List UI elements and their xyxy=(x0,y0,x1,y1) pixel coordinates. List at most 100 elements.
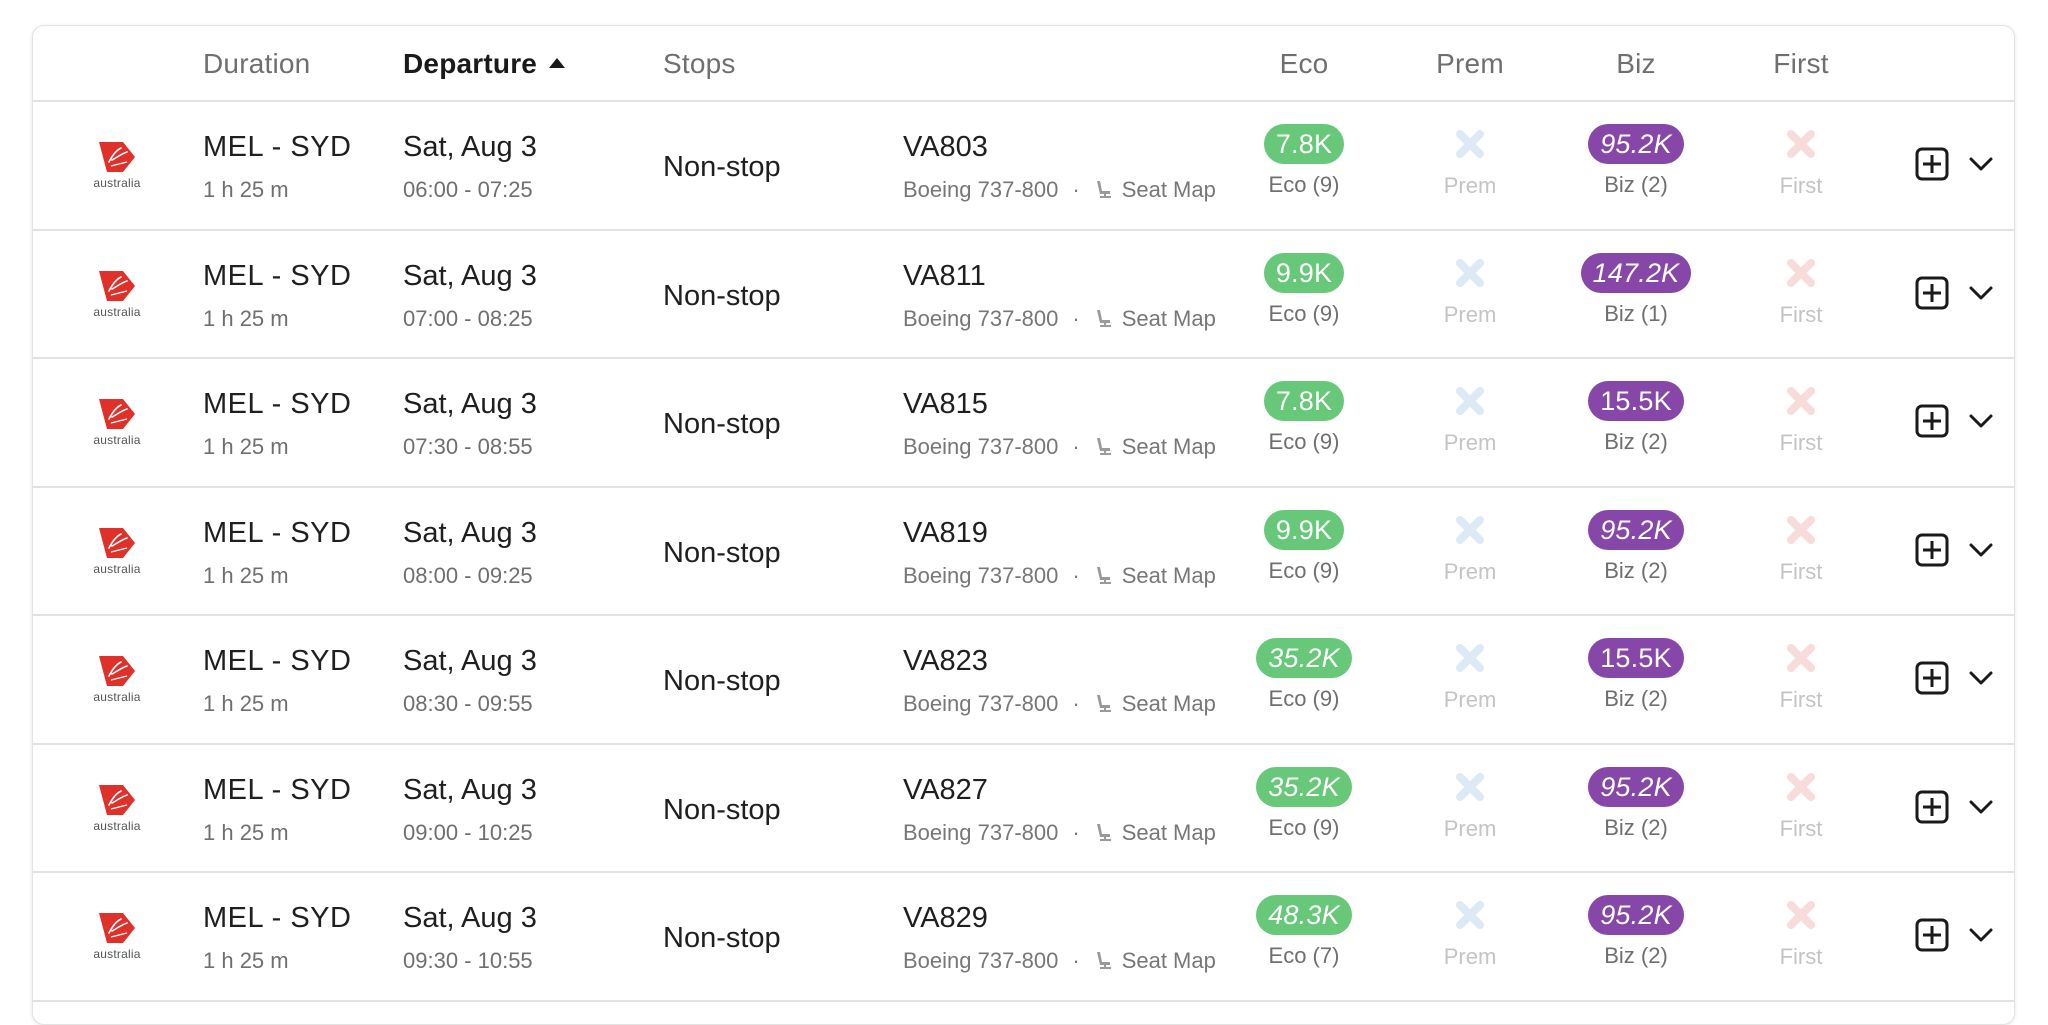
duration: 1 h 25 m xyxy=(203,305,289,331)
expand-chevron-down-icon[interactable] xyxy=(1967,666,1995,690)
fare-biz[interactable]: 95.2K Biz (2) xyxy=(1561,509,1711,584)
expand-chevron-down-icon[interactable] xyxy=(1967,152,1995,176)
seat-icon xyxy=(1096,309,1111,327)
first-label: First xyxy=(1779,687,1823,712)
fare-eco[interactable]: 35.2K Eco (9) xyxy=(1229,766,1379,841)
column-header-eco[interactable]: Eco xyxy=(1280,48,1329,80)
biz-price-badge[interactable]: 95.2K xyxy=(1588,124,1684,164)
biz-price-badge[interactable]: 95.2K xyxy=(1588,895,1684,935)
column-header-duration[interactable]: Duration xyxy=(203,48,310,80)
aircraft-info: Boeing 737-800 · Seat Map xyxy=(903,177,1216,203)
fare-eco[interactable]: 9.9K Eco (9) xyxy=(1229,509,1379,584)
aircraft-info: Boeing 737-800 · Seat Map xyxy=(903,948,1216,974)
departure-date: Sat, Aug 3 xyxy=(403,516,537,549)
fare-biz[interactable]: 15.5K Biz (2) xyxy=(1561,638,1711,712)
flight-number: VA803 xyxy=(903,131,988,163)
stops: Non-stop xyxy=(663,922,781,954)
fare-eco[interactable]: 9.9K Eco (9) xyxy=(1229,252,1379,327)
expand-chevron-down-icon[interactable] xyxy=(1967,409,1995,433)
departure-times: 07:00 - 08:25 xyxy=(403,305,533,331)
airline-wordmark: australia xyxy=(93,176,141,190)
add-plus-square-icon[interactable] xyxy=(1915,404,1949,438)
biz-price-badge[interactable]: 147.2K xyxy=(1580,252,1692,293)
virgin-australia-logo-icon xyxy=(99,527,135,558)
seat-icon xyxy=(1096,566,1111,584)
fare-prem: Prem xyxy=(1395,381,1545,456)
virgin-australia-logo-icon xyxy=(99,656,135,686)
flight-row[interactable]: australia MEL - SYD 1 h 25 m Sat, Aug 3 … xyxy=(33,359,2014,488)
flight-row[interactable]: australia MEL - SYD 1 h 25 m Sat, Aug 3 … xyxy=(33,745,2014,873)
column-header-departure[interactable]: Departure xyxy=(403,48,566,80)
seat-map-link[interactable]: Seat Map xyxy=(1094,306,1216,332)
fare-biz[interactable]: 147.2K Biz (1) xyxy=(1561,252,1711,327)
aircraft-info: Boeing 737-800 · Seat Map xyxy=(903,820,1216,846)
add-plus-square-icon[interactable] xyxy=(1915,276,1949,310)
column-header-prem[interactable]: Prem xyxy=(1436,48,1504,80)
flight-row[interactable]: australia MEL - SYD 1 h 25 m Sat, Aug 3 … xyxy=(33,488,2014,616)
add-plus-square-icon[interactable] xyxy=(1915,918,1949,952)
eco-price-badge[interactable]: 48.3K xyxy=(1256,895,1352,935)
add-plus-square-icon[interactable] xyxy=(1915,790,1949,824)
biz-price-badge[interactable]: 15.5K xyxy=(1588,638,1684,678)
seat-map-link[interactable]: Seat Map xyxy=(1094,820,1216,846)
biz-price-badge[interactable]: 95.2K xyxy=(1588,509,1684,550)
expand-chevron-down-icon[interactable] xyxy=(1967,795,1995,819)
flight-number: VA811 xyxy=(903,259,986,292)
fare-biz[interactable]: 95.2K Biz (2) xyxy=(1561,766,1711,841)
flight-row[interactable]: australia MEL - SYD 1 h 25 m Sat, Aug 3 … xyxy=(33,873,2014,1002)
aircraft-type: Boeing 737-800 xyxy=(903,948,1059,973)
fare-eco[interactable]: 48.3K Eco (7) xyxy=(1229,895,1379,969)
fare-eco[interactable]: 7.8K Eco (9) xyxy=(1229,124,1379,198)
first-label: First xyxy=(1779,430,1823,455)
fare-prem: Prem xyxy=(1395,767,1545,842)
eco-price-badge[interactable]: 7.8K xyxy=(1263,381,1345,421)
column-header-biz[interactable]: Biz xyxy=(1616,48,1656,80)
seat-map-link[interactable]: Seat Map xyxy=(1094,948,1216,974)
prem-label: Prem xyxy=(1443,430,1497,455)
aircraft-info: Boeing 737-800 · Seat Map xyxy=(903,691,1216,717)
expand-chevron-down-icon[interactable] xyxy=(1967,538,1995,562)
biz-price-badge[interactable]: 95.2K xyxy=(1588,766,1684,807)
seat-map-link[interactable]: Seat Map xyxy=(1094,434,1216,460)
eco-price-badge[interactable]: 9.9K xyxy=(1263,252,1345,293)
fare-eco[interactable]: 7.8K Eco (9) xyxy=(1229,381,1379,455)
column-header-first[interactable]: First xyxy=(1773,48,1828,80)
add-plus-square-icon[interactable] xyxy=(1915,147,1949,181)
eco-price-badge[interactable]: 7.8K xyxy=(1263,124,1345,164)
airline-wordmark: australia xyxy=(93,690,141,704)
eco-price-badge[interactable]: 35.2K xyxy=(1256,638,1352,678)
column-header-stops[interactable]: Stops xyxy=(663,48,736,80)
first-label: First xyxy=(1779,815,1823,841)
stops: Non-stop xyxy=(663,665,781,697)
departure-times: 06:00 - 07:25 xyxy=(403,177,533,202)
eco-price-badge[interactable]: 35.2K xyxy=(1256,766,1352,807)
add-plus-square-icon[interactable] xyxy=(1915,661,1949,695)
flight-row[interactable]: australia MEL - SYD 1 h 25 m Sat, Aug 3 … xyxy=(33,102,2014,231)
fare-biz[interactable]: 95.2K Biz (2) xyxy=(1561,124,1711,198)
eco-seats-label: Eco (9) xyxy=(1268,429,1340,454)
flight-row[interactable]: australia MEL - SYD 1 h 25 m Sat, Aug 3 … xyxy=(33,616,2014,745)
stops: Non-stop xyxy=(663,279,781,312)
expand-chevron-down-icon[interactable] xyxy=(1967,281,1995,305)
seat-map-label: Seat Map xyxy=(1121,691,1216,716)
flight-number: VA823 xyxy=(903,645,988,677)
biz-price-badge[interactable]: 15.5K xyxy=(1588,381,1684,421)
duration: 1 h 25 m xyxy=(203,562,289,588)
seat-icon xyxy=(1096,181,1111,198)
first-unavailable-x-icon xyxy=(1787,130,1815,158)
add-plus-square-icon[interactable] xyxy=(1915,533,1949,567)
fare-prem: Prem xyxy=(1395,638,1545,713)
seat-map-link[interactable]: Seat Map xyxy=(1094,563,1216,589)
seat-map-link[interactable]: Seat Map xyxy=(1094,177,1216,203)
duration: 1 h 25 m xyxy=(203,434,289,459)
fare-biz[interactable]: 15.5K Biz (2) xyxy=(1561,381,1711,455)
route: MEL - SYD xyxy=(203,773,352,806)
expand-chevron-down-icon[interactable] xyxy=(1967,923,1995,947)
eco-price-badge[interactable]: 9.9K xyxy=(1263,509,1345,550)
fare-eco[interactable]: 35.2K Eco (9) xyxy=(1229,638,1379,712)
departure-date: Sat, Aug 3 xyxy=(403,645,537,677)
seat-map-link[interactable]: Seat Map xyxy=(1094,691,1216,717)
flight-row[interactable]: australia MEL - SYD 1 h 25 m Sat, Aug 3 … xyxy=(33,231,2014,359)
aircraft-info: Boeing 737-800 · Seat Map xyxy=(903,306,1216,332)
fare-biz[interactable]: 95.2K Biz (2) xyxy=(1561,895,1711,969)
